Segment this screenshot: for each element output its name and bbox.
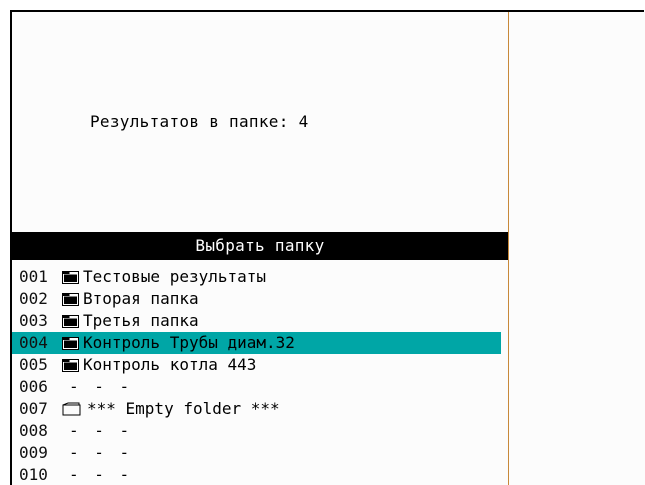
folder-outline-icon	[62, 398, 87, 420]
folder-row-name: Контроль Трубы диам.32	[83, 333, 295, 352]
folder-row-name: Контроль котла 443	[83, 355, 257, 374]
folder-row[interactable]: 002 Вторая папка	[12, 288, 501, 310]
folder-row-selected[interactable]: 004 Контроль Трубы диам.32	[12, 332, 501, 354]
folder-row-name: Тестовые результаты	[83, 267, 267, 286]
empty-slot-placeholder: - - -	[69, 421, 133, 440]
folder-row-number: 008	[19, 421, 48, 440]
folder-row[interactable]: 005 Контроль котла 443	[12, 354, 501, 376]
folder-row-name: Третья папка	[83, 311, 199, 330]
folder-filled-icon	[62, 266, 83, 288]
folder-row-number: 001	[19, 267, 48, 286]
folder-row[interactable]: 003 Третья папка	[12, 310, 501, 332]
folder-row-number: 002	[19, 289, 48, 308]
folder-row-number: 009	[19, 443, 48, 462]
folder-filled-icon	[62, 332, 83, 354]
folder-row[interactable]: 007 *** Empty folder ***	[12, 398, 501, 420]
folder-row-name: Вторая папка	[83, 289, 199, 308]
right-panel	[509, 12, 645, 485]
folder-row-number: 005	[19, 355, 48, 374]
folder-filled-icon	[62, 288, 83, 310]
folder-row[interactable]: 001 Тестовые результаты	[12, 266, 501, 288]
folder-row-name: *** Empty folder ***	[87, 399, 280, 418]
folder-row[interactable]: 009 - - -	[12, 442, 501, 464]
results-count-label: Результатов в папке: 4	[90, 112, 309, 131]
empty-slot-placeholder: - - -	[69, 465, 133, 484]
folder-filled-icon	[62, 354, 83, 376]
folder-row-number: 010	[19, 465, 48, 484]
folder-row-number: 007	[19, 399, 48, 418]
empty-slot-placeholder: - - -	[69, 377, 133, 396]
folder-row[interactable]: 008 - - -	[12, 420, 501, 442]
device-screen: Результатов в папке: 4 Выбрать папку 001…	[0, 0, 645, 485]
folder-row[interactable]: 006 - - -	[12, 376, 501, 398]
folder-row-number: 006	[19, 377, 48, 396]
empty-slot-placeholder: - - -	[69, 443, 133, 462]
folder-filled-icon	[62, 310, 83, 332]
select-folder-header: Выбрать папку	[12, 232, 508, 260]
folder-row[interactable]: 010 - - -	[12, 464, 501, 485]
folder-list: 001 Тестовые результаты 002 Вторая папка 003…	[12, 266, 508, 485]
folder-row-number: 004	[19, 333, 48, 352]
folder-row-number: 003	[19, 311, 48, 330]
